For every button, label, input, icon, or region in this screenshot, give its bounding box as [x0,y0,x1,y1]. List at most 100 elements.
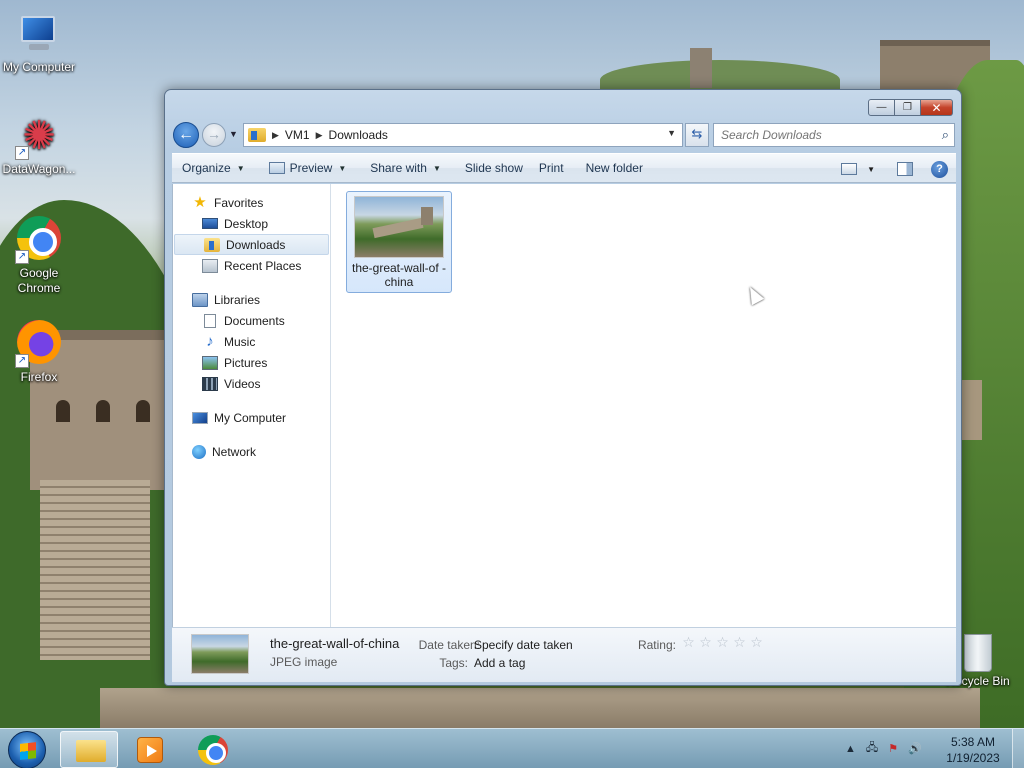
explorer-content: ★ Favorites Desktop Downloads Recent Pla… [172,184,956,627]
nav-item-downloads[interactable]: Downloads [174,234,329,255]
shortcut-arrow-icon: ↗ [15,146,29,160]
nav-item-network[interactable]: Network [173,441,330,462]
firefox-icon: ↗ [15,320,63,368]
chevron-down-icon: ▼ [338,163,347,173]
nav-item-label: Videos [224,376,261,391]
file-item[interactable]: the-great-wall-of -china [346,191,452,293]
star-icon[interactable]: ☆ [748,634,765,651]
nav-item-my-computer[interactable]: My Computer [173,407,330,428]
forward-button[interactable]: → [202,123,226,147]
recent-places-icon [202,258,218,273]
desktop-icon-label: DataWagon... [2,162,76,176]
desktop-icon-my-computer[interactable]: My Computer [1,10,77,75]
nav-item-desktop[interactable]: Desktop [173,213,330,234]
star-icon[interactable]: ☆ [731,634,748,651]
navigation-row: ← → ▼ ▶ VM1 ▶ Downloads ▼ ⇆ ⌕ [173,122,955,148]
image-thumbnail [354,196,444,258]
network-icon [192,444,206,459]
nav-item-pictures[interactable]: Pictures [173,352,330,373]
music-note-icon: ♪ [206,332,214,350]
tags-field[interactable]: Add a tag [474,656,525,670]
change-view-icon[interactable] [841,163,858,175]
nav-item-libraries[interactable]: Libraries [173,289,330,310]
network-status-icon[interactable]: 🖧 [866,739,878,758]
slide-show-button[interactable]: Slide show [451,153,533,183]
preview-button[interactable]: Preview ▼ [255,153,357,183]
media-player-icon [137,737,163,763]
close-button[interactable]: ✕ [921,99,953,116]
tags-label: Tags: [439,656,468,670]
computer-icon [15,10,63,58]
nav-item-label: Network [212,444,257,459]
refresh-button[interactable]: ⇆ [685,123,709,147]
desktop-icon-label: Google Chrome [17,266,61,295]
file-list-pane[interactable]: the-great-wall-of -china [332,184,957,627]
nav-item-videos[interactable]: Videos [173,373,330,394]
nav-item-label: Music [224,334,256,349]
breadcrumb-separator-icon[interactable]: ▶ [316,130,323,141]
nav-item-recent-places[interactable]: Recent Places [173,255,330,276]
clock[interactable]: 5:38 AM 1/19/2023 [940,734,1006,766]
print-button[interactable]: Print [533,153,574,183]
new-folder-button[interactable]: New folder [574,153,653,183]
breadcrumb-downloads[interactable]: Downloads [329,128,388,142]
date-taken-field[interactable]: Specify date taken [474,638,573,652]
chevron-down-icon[interactable]: ▼ [867,165,875,174]
volume-icon[interactable]: 🔊 [908,742,922,755]
desktop-icon-datawagon[interactable]: ✺ ↗ DataWagon... [1,112,77,177]
details-file-name: the-great-wall-of-china [270,636,400,651]
windows-logo-icon [20,742,36,760]
back-button[interactable]: ← [173,122,199,148]
search-box[interactable]: ⌕ [713,123,955,147]
chrome-icon [198,735,228,765]
search-icon[interactable]: ⌕ [942,127,949,143]
tower-window [136,400,150,422]
recent-pages-dropdown[interactable]: ▼ [229,129,238,139]
organize-button[interactable]: Organize ▼ [172,153,255,183]
star-icon[interactable]: ☆ [680,634,697,651]
address-bar[interactable]: ▶ VM1 ▶ Downloads ▼ [243,123,683,147]
details-pane: the-great-wall-of-china JPEG image Date … [172,627,956,682]
start-button[interactable] [8,731,46,768]
explorer-window: — ❐ ✕ ← → ▼ ▶ VM1 ▶ Downloads ▼ ⇆ ⌕ Orga… [164,89,962,686]
rating-label: Rating: [637,638,676,652]
rating-stars[interactable]: ☆ ☆ ☆ ☆ ☆ [680,634,765,651]
pictures-icon [202,355,218,370]
taskbar: ▲ 🖧 ⚑ 🔊 5:38 AM 1/19/2023 [0,728,1024,768]
nav-item-label: My Computer [214,410,287,425]
desktop-icon-firefox[interactable]: ↗ Firefox [1,318,77,385]
desktop-icon-label: Firefox [20,370,58,384]
star-icon[interactable]: ☆ [714,634,731,651]
wallpaper-far-tower [690,48,712,88]
help-icon[interactable]: ? [931,160,948,178]
taskbar-media-player[interactable] [122,731,180,768]
wallpaper-bottom-wall [100,688,980,728]
chrome-icon: ↗ [15,216,63,264]
navigation-pane: ★ Favorites Desktop Downloads Recent Pla… [173,184,331,627]
address-dropdown-icon[interactable]: ▼ [667,128,676,138]
taskbar-windows-explorer[interactable] [60,731,118,768]
nav-item-music[interactable]: ♪ Music [173,331,330,352]
nav-item-favorites[interactable]: ★ Favorites [173,192,330,213]
taskbar-google-chrome[interactable] [184,731,242,768]
show-desktop-button[interactable] [1012,729,1024,768]
star-icon[interactable]: ☆ [697,634,714,651]
nav-item-label: Libraries [214,292,261,307]
minimize-button[interactable]: — [868,99,895,116]
search-input[interactable] [721,128,921,142]
action-center-flag-icon[interactable]: ⚑ [888,742,898,755]
maximize-button[interactable]: ❐ [895,99,921,116]
share-with-button[interactable]: Share with ▼ [356,153,451,183]
breadcrumb-separator-icon[interactable]: ▶ [272,130,279,141]
preview-pane-icon[interactable] [897,162,913,176]
desktop-icon-google-chrome[interactable]: ↗ Google Chrome [1,214,77,296]
wallpaper-steps [40,480,150,660]
system-tray: ▲ 🖧 ⚑ 🔊 [845,739,932,758]
preview-icon [268,162,285,174]
breadcrumb-vm1[interactable]: VM1 [285,128,310,142]
chevron-down-icon: ▼ [236,163,245,173]
show-hidden-icons-icon[interactable]: ▲ [845,743,856,755]
nav-item-label: Recent Places [224,258,302,273]
command-bar: Organize ▼ Preview ▼ Share with ▼ Slide … [172,153,956,183]
nav-item-documents[interactable]: Documents [173,310,330,331]
